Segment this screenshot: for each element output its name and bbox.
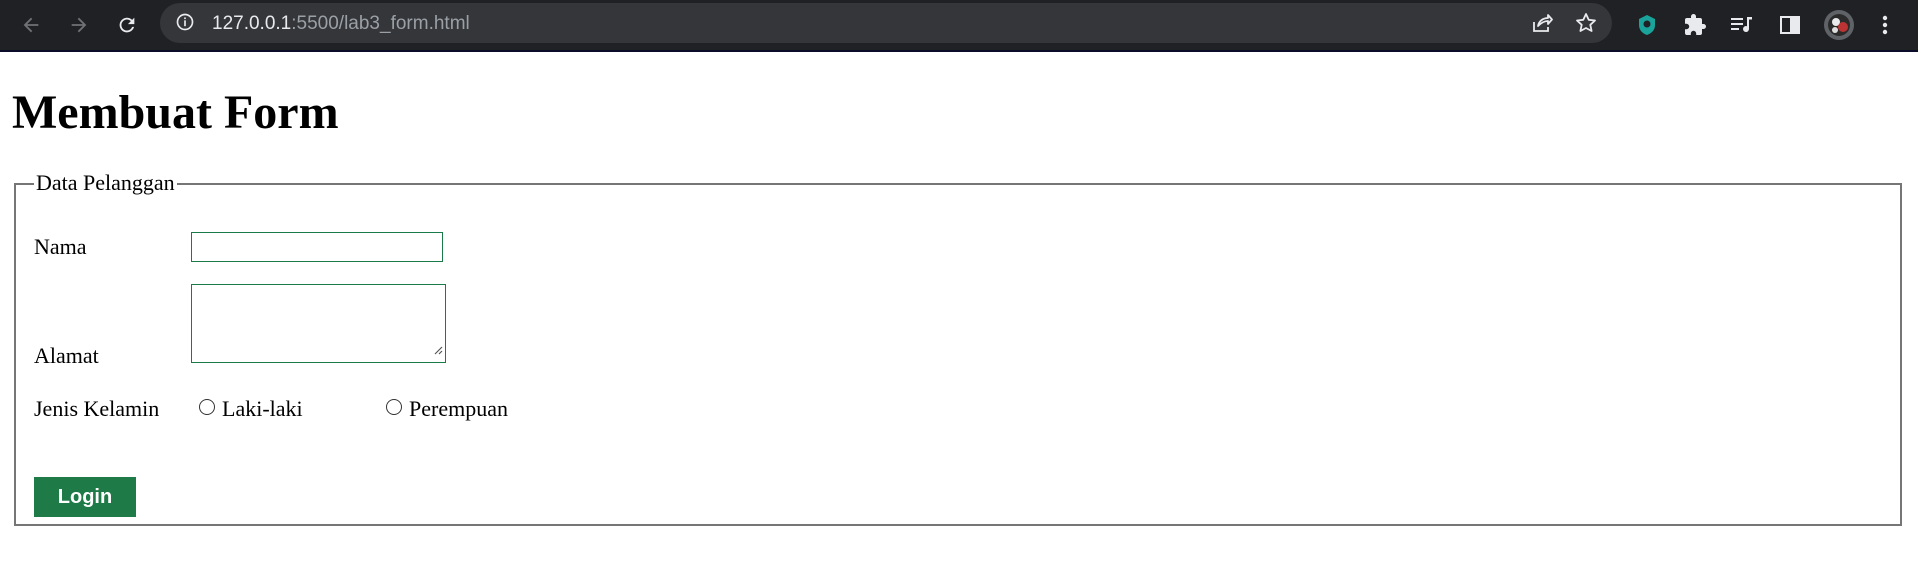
star-icon[interactable]: [1574, 11, 1598, 40]
browser-toolbar: 127.0.0.1:5500/lab3_form.html: [0, 0, 1918, 52]
side-panel-icon[interactable]: [1773, 8, 1807, 42]
nama-label: Nama: [34, 234, 87, 259]
url-host: 127.0.0.1: [212, 13, 292, 34]
extension-icon[interactable]: [1630, 8, 1664, 42]
radio-perempuan[interactable]: [386, 399, 402, 415]
resize-grip-icon[interactable]: [433, 342, 443, 360]
login-button[interactable]: Login: [34, 477, 136, 517]
reload-icon[interactable]: [110, 8, 144, 42]
reading-list-icon[interactable]: [1725, 8, 1759, 42]
avatar[interactable]: [1822, 8, 1856, 42]
page-content: Membuat Form Data Pelanggan Nama Alamat …: [0, 52, 1918, 568]
fieldset-legend: Data Pelanggan: [34, 168, 177, 198]
radio-laki-laki[interactable]: [199, 399, 215, 415]
puzzle-icon[interactable]: [1678, 8, 1712, 42]
page-title: Membuat Form: [12, 86, 339, 139]
forward-arrow-icon[interactable]: [62, 8, 96, 42]
address-bar[interactable]: 127.0.0.1:5500/lab3_form.html: [160, 3, 1612, 43]
radio-label-perempuan: Perempuan: [409, 396, 508, 421]
radio-label-laki-laki: Laki-laki: [222, 396, 303, 421]
nama-input[interactable]: [191, 232, 443, 262]
alamat-textarea[interactable]: [191, 284, 446, 363]
url-path: :5500/lab3_form.html: [291, 13, 470, 34]
customer-data-fieldset: Data Pelanggan Nama Alamat Jenis Kelamin…: [14, 168, 1902, 526]
url-text[interactable]: 127.0.0.1:5500/lab3_form.html: [212, 13, 470, 35]
share-icon[interactable]: [1530, 11, 1554, 40]
alamat-label: Alamat: [34, 343, 99, 368]
more-menu-icon[interactable]: [1868, 8, 1902, 42]
gender-label: Jenis Kelamin: [34, 396, 160, 421]
info-icon[interactable]: [175, 12, 195, 37]
back-arrow-icon[interactable]: [14, 8, 48, 42]
